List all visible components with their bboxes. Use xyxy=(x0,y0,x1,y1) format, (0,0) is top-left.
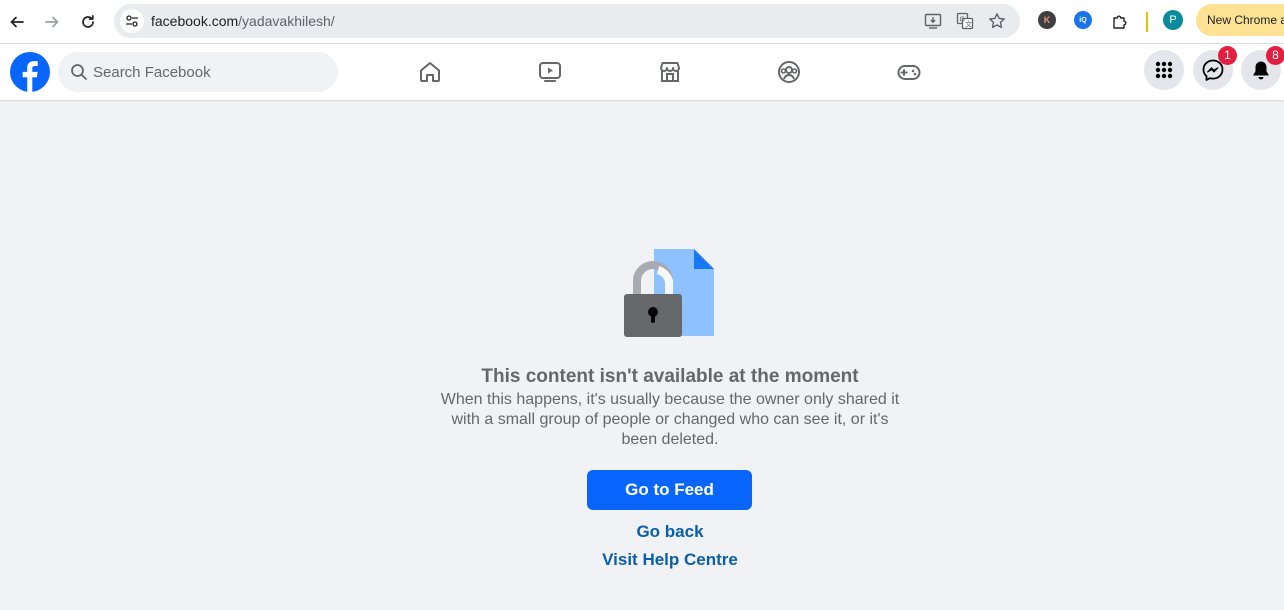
messenger-badge: 1 xyxy=(1218,46,1237,65)
reload-button[interactable] xyxy=(74,8,102,36)
translate-icon: G文 xyxy=(956,12,974,30)
address-bar[interactable]: facebook.com/yadavakhilesh/ G文 xyxy=(114,4,1020,38)
arrow-right-icon xyxy=(45,16,59,28)
extension-iq-button[interactable]: iQ xyxy=(1074,11,1092,29)
bell-icon xyxy=(1253,61,1269,80)
gaming-icon xyxy=(897,65,921,80)
search-input[interactable] xyxy=(93,52,328,92)
notifications-button[interactable]: 8 xyxy=(1241,46,1284,90)
extensions-button[interactable] xyxy=(1106,8,1134,36)
tab-marketplace[interactable] xyxy=(614,44,726,100)
tab-gaming[interactable] xyxy=(853,44,965,100)
messenger-button[interactable]: 1 xyxy=(1193,46,1237,90)
site-info-button[interactable] xyxy=(120,9,144,33)
url-domain: facebook.com xyxy=(151,13,239,29)
url-path: /yadavakhilesh/ xyxy=(238,13,335,29)
new-chrome-button[interactable]: New Chrome a xyxy=(1196,4,1284,36)
url-text[interactable]: facebook.com/yadavakhilesh/ xyxy=(151,13,335,29)
new-chrome-label: New Chrome a xyxy=(1207,13,1284,27)
search-icon xyxy=(71,64,87,80)
install-icon xyxy=(924,13,942,29)
error-title: This content isn't available at the mome… xyxy=(481,366,859,387)
profile-initial: P xyxy=(1169,14,1177,26)
puzzle-icon xyxy=(1113,15,1127,29)
home-icon xyxy=(420,62,440,82)
star-icon xyxy=(989,13,1005,29)
help-centre-link[interactable]: Visit Help Centre xyxy=(0,550,1284,570)
notifications-badge: 8 xyxy=(1266,46,1284,65)
extension-k-button[interactable]: K xyxy=(1038,11,1056,29)
svg-text:文: 文 xyxy=(965,20,972,29)
extension-iq-label: iQ xyxy=(1079,16,1087,24)
facebook-logo[interactable] xyxy=(10,52,50,92)
bookmark-button[interactable] xyxy=(987,11,1007,31)
video-icon xyxy=(539,62,561,82)
groups-icon xyxy=(778,61,800,83)
marketplace-icon xyxy=(660,62,680,82)
error-description: When this happens, it's usually because … xyxy=(440,391,900,448)
toolbar-divider xyxy=(1146,12,1148,32)
forward-button[interactable] xyxy=(38,8,66,36)
tab-home[interactable] xyxy=(374,44,486,100)
arrow-left-icon xyxy=(10,16,24,28)
go-back-link[interactable]: Go back xyxy=(0,522,1284,542)
tune-icon xyxy=(126,15,138,27)
back-button[interactable] xyxy=(3,8,31,36)
search-box[interactable] xyxy=(58,52,338,92)
content-unavailable-panel: This content isn't available at the mome… xyxy=(0,100,1284,610)
lock-document-icon xyxy=(624,249,714,337)
reload-icon xyxy=(82,14,94,28)
browser-toolbar: facebook.com/yadavakhilesh/ G文 K iQ P Ne… xyxy=(0,0,1284,44)
tab-video[interactable] xyxy=(494,44,606,100)
locked-content-illustration xyxy=(620,248,720,340)
facebook-logo-icon xyxy=(10,52,50,92)
grid-menu-icon xyxy=(1155,61,1173,79)
translate-button[interactable]: G文 xyxy=(955,11,975,31)
install-app-button[interactable] xyxy=(923,11,943,31)
tab-groups[interactable] xyxy=(733,44,845,100)
menu-button[interactable] xyxy=(1144,50,1184,90)
go-to-feed-button[interactable]: Go to Feed xyxy=(587,470,752,510)
extension-k-label: K xyxy=(1043,15,1051,25)
facebook-header: 1 8 xyxy=(0,44,1284,100)
profile-avatar[interactable]: P xyxy=(1163,10,1183,30)
